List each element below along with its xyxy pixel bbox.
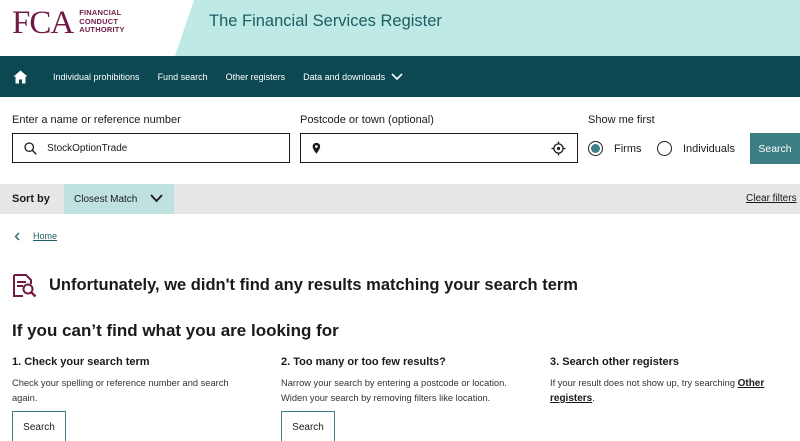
radio-button[interactable] <box>588 141 603 156</box>
document-search-icon <box>13 274 37 298</box>
radio-label: Individuals <box>683 142 735 155</box>
postcode-input[interactable] <box>330 142 551 154</box>
results-count-search-button[interactable]: Search <box>281 411 335 441</box>
no-results-heading: Unfortunately, we didn't find any result… <box>49 276 578 294</box>
logo-mark: FCA <box>12 5 74 41</box>
radio-individuals[interactable]: Individuals <box>657 141 735 156</box>
clear-filters-link[interactable]: Clear filters <box>746 193 797 204</box>
help-column-text: Narrow your search by entering a postcod… <box>281 378 507 403</box>
chevron-left-icon <box>14 232 20 240</box>
location-pin-icon <box>312 142 321 154</box>
radio-button[interactable] <box>657 141 672 156</box>
nav-item-data-and-downloads[interactable]: Data and downloads <box>303 72 403 82</box>
postcode-field-label: Postcode or town (optional) <box>300 114 434 126</box>
sort-dropdown[interactable]: Closest Match <box>64 184 174 214</box>
fca-logo[interactable]: FCA FINANCIAL CONDUCT AUTHORITY <box>12 7 125 40</box>
help-column-title: 3. Search other registers <box>550 356 680 368</box>
postcode-field[interactable] <box>300 133 578 163</box>
search-icon <box>24 141 37 155</box>
help-column-check-term: 1. Check your search term Check your spe… <box>12 356 252 406</box>
chevron-down-icon <box>150 194 163 203</box>
chevron-down-icon <box>391 72 403 80</box>
home-icon[interactable] <box>0 56 40 97</box>
radio-selected-dot <box>591 144 600 153</box>
nav-item-other-registers[interactable]: Other registers <box>226 72 286 82</box>
help-column-text: Check your spelling or reference number … <box>12 378 229 403</box>
sort-bar: Sort by Closest Match Clear filters <box>0 184 800 214</box>
no-results-banner: Unfortunately, we didn't find any result… <box>12 273 578 298</box>
logo-text: FINANCIAL CONDUCT AUTHORITY <box>79 8 125 34</box>
help-column-title: 1. Check your search term <box>12 356 150 368</box>
check-term-search-button[interactable]: Search <box>12 411 66 441</box>
name-search-input[interactable] <box>47 142 289 154</box>
name-search-field[interactable] <box>12 133 290 163</box>
show-me-first-label: Show me first <box>588 114 655 126</box>
site-title[interactable]: The Financial Services Register <box>209 12 442 31</box>
radio-label: Firms <box>614 142 642 155</box>
nav-item-individual-prohibitions[interactable]: Individual prohibitions <box>53 72 140 82</box>
radio-firms[interactable]: Firms <box>588 141 642 156</box>
site-header: FCA FINANCIAL CONDUCT AUTHORITY The Fina… <box>0 0 800 56</box>
search-form: Enter a name or reference number Postcod… <box>0 97 800 184</box>
locate-me-icon[interactable] <box>551 141 566 156</box>
name-field-label: Enter a name or reference number <box>12 114 181 126</box>
help-column-title: 2. Too many or too few results? <box>281 356 446 368</box>
search-button[interactable]: Search <box>750 133 800 164</box>
sort-label: Sort by <box>12 193 50 205</box>
sort-value: Closest Match <box>74 193 138 205</box>
breadcrumb: Home <box>14 231 57 241</box>
help-column-text: If your result does not show up, try sea… <box>550 378 765 404</box>
breadcrumb-home-link[interactable]: Home <box>33 231 57 241</box>
help-column-other-registers: 3. Search other registers If your result… <box>550 356 790 406</box>
main-nav: Individual prohibitions Fund search Othe… <box>0 56 800 97</box>
help-heading: If you can’t find what you are looking f… <box>12 321 339 340</box>
nav-item-fund-search[interactable]: Fund search <box>158 72 208 82</box>
help-column-results-count: 2. Too many or too few results? Narrow y… <box>281 356 521 406</box>
